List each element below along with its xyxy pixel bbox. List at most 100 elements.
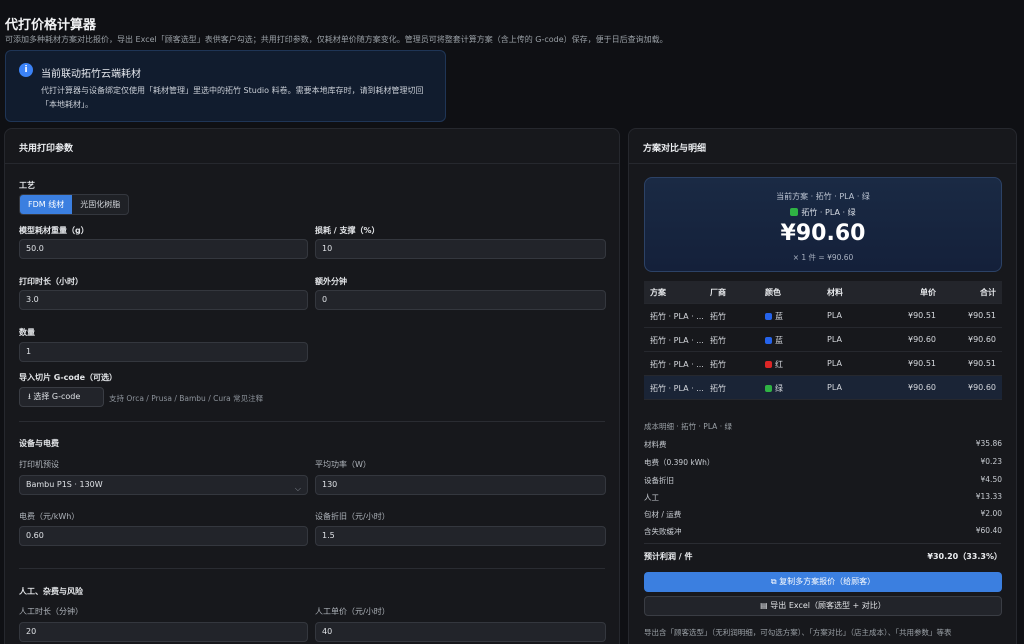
row-color-label: 红 xyxy=(775,360,783,369)
row-plan: 拓竹 · PLA · ... xyxy=(650,384,704,393)
export-excel-button[interactable]: ▤ 导出 Excel（顾客选型 + 对比） xyxy=(644,596,1002,616)
row-vendor: 拓竹 xyxy=(710,336,726,345)
price-per-item: × 1 件 = ¥90.60 xyxy=(792,253,854,262)
breakdown-value: ¥13.33 xyxy=(975,492,1002,501)
depreciation-label: 设备折旧（元/小时） xyxy=(315,512,390,521)
row-unit: ¥90.51 xyxy=(908,359,936,368)
depreciation-input[interactable]: 1.5 xyxy=(315,526,606,546)
labor-rate-input[interactable]: 40 xyxy=(315,622,606,642)
col-material: 材料 xyxy=(827,288,843,297)
row-color: 蓝 xyxy=(765,335,783,346)
notice-body: 代打计算器与设备绑定仅使用「耗材管理」里选中的拓竹 Studio 料卷。需要本地… xyxy=(41,86,424,109)
cloud-filament-notice: i 当前联动拓竹云端耗材 代打计算器与设备绑定仅使用「耗材管理」里选中的拓竹 S… xyxy=(5,50,446,122)
panel-title: 共用打印参数 xyxy=(19,144,74,154)
row-vendor: 拓竹 xyxy=(710,360,726,369)
row-total: ¥90.60 xyxy=(968,335,996,344)
color-swatch xyxy=(790,208,799,216)
col-total: 合计 xyxy=(980,288,996,297)
plan-swatch-row: 拓竹 · PLA · 绿 xyxy=(645,207,1001,218)
copy-icon: ⧉ xyxy=(770,577,780,586)
breakdown-label: 人工 xyxy=(644,493,659,502)
power-label: 平均功率（W） xyxy=(315,460,371,469)
labor-time-input[interactable]: 20 xyxy=(19,622,308,642)
breakdown-label: 电费（0.390 kWh） xyxy=(644,458,715,467)
table-row[interactable]: 拓竹 · PLA · ... 拓竹 红 PLA ¥90.51 ¥90.51 xyxy=(644,352,1002,376)
breakdown-value: ¥0.23 xyxy=(980,457,1002,466)
row-material: PLA xyxy=(827,311,842,320)
plans-table: 方案 厂商 颜色 材料 单价 合计 拓竹 · PLA · ... 拓竹 蓝 PL… xyxy=(644,281,1002,400)
labor-time-label: 人工时长（分钟） xyxy=(19,607,83,616)
printer-preset-label: 打印机预设 xyxy=(19,460,59,469)
row-plan: 拓竹 · PLA · ... xyxy=(650,336,704,345)
select-gcode-button[interactable]: ⭳ 选择 G-code xyxy=(19,387,104,407)
breakdown-row: 电费（0.390 kWh） ¥0.23 xyxy=(644,457,1002,468)
process-option-resin[interactable]: 光固化树脂 xyxy=(72,195,128,214)
panel-header: 方案对比与明细 xyxy=(629,129,1016,164)
breakdown-value: ¥60.40 xyxy=(975,526,1002,535)
row-plan: 拓竹 · PLA · ... xyxy=(650,312,704,321)
divider xyxy=(644,543,1001,544)
info-icon: i xyxy=(19,63,33,77)
color-dot xyxy=(765,385,772,392)
extra-minutes-input[interactable]: 0 xyxy=(315,290,606,310)
electricity-label: 电费（元/kWh） xyxy=(19,512,80,521)
copy-quote-button[interactable]: ⧉ 复制多方案报价（给顾客） xyxy=(644,572,1002,592)
row-unit: ¥90.51 xyxy=(908,311,936,320)
print-time-label: 打印时长（小时） xyxy=(19,277,83,286)
breakdown-value: ¥4.50 xyxy=(980,475,1002,484)
price-summary-card: 当前方案 · 拓竹 · PLA · 绿 拓竹 · PLA · 绿 ¥90.60 … xyxy=(644,177,1002,272)
profit-value: ¥30.20（33.3%） xyxy=(927,552,1002,561)
row-plan: 拓竹 · PLA · ... xyxy=(650,360,704,369)
table-row[interactable]: 拓竹 · PLA · ... 拓竹 蓝 PLA ¥90.60 ¥90.60 xyxy=(644,328,1002,352)
print-time-input[interactable]: 3.0 xyxy=(19,290,308,310)
notice-title: 当前联动拓竹云端耗材 xyxy=(41,69,141,80)
row-color-label: 蓝 xyxy=(775,336,783,345)
gcode-label: 导入切片 G-code（可选） xyxy=(19,373,118,382)
col-vendor: 厂商 xyxy=(710,288,726,297)
page-description: 可添加多种耗材方案对比报价，导出 Excel「顾客选型」表供客户勾选；共用打印参… xyxy=(5,35,668,44)
process-segmented-control: FDM 线材 光固化树脂 xyxy=(19,194,130,215)
row-color: 蓝 xyxy=(765,311,783,322)
breakdown-value: ¥35.86 xyxy=(975,439,1002,448)
total-price: ¥90.60 xyxy=(780,221,866,246)
electricity-input[interactable]: 0.60 xyxy=(19,526,308,546)
labor-section-title: 人工、杂费与风险 xyxy=(19,587,83,596)
loss-input[interactable]: 10 xyxy=(315,239,606,259)
breakdown-row: 设备折旧 ¥4.50 xyxy=(644,475,1002,486)
loss-label: 损耗 / 支撑（%） xyxy=(315,226,380,235)
export-footnote: 导出含「顾客选型」（无利润明细，可勾选方案）、「方案对比」（店主成本）、「共用参… xyxy=(644,628,952,637)
row-total: ¥90.60 xyxy=(968,383,996,392)
panel-title: 方案对比与明细 xyxy=(643,144,707,154)
color-dot xyxy=(765,361,772,368)
row-material: PLA xyxy=(827,335,842,344)
model-weight-input[interactable]: 50.0 xyxy=(19,239,308,259)
breakdown-row: 人工 ¥13.33 xyxy=(644,492,1002,503)
col-plan: 方案 xyxy=(650,288,666,297)
breakdown-title: 成本明细 · 拓竹 · PLA · 绿 xyxy=(644,422,732,431)
row-total: ¥90.51 xyxy=(968,311,996,320)
quantity-input[interactable]: 1 xyxy=(19,342,308,362)
breakdown-label: 材料费 xyxy=(644,440,667,449)
row-unit: ¥90.60 xyxy=(908,383,936,392)
power-input[interactable]: 130 xyxy=(315,475,606,495)
breakdown-label: 含失败缓冲 xyxy=(644,527,682,536)
panel-header: 共用打印参数 xyxy=(5,129,619,164)
row-total: ¥90.51 xyxy=(968,359,996,368)
row-material: PLA xyxy=(827,359,842,368)
breakdown-label: 包材 / 运费 xyxy=(644,510,682,519)
row-vendor: 拓竹 xyxy=(710,384,726,393)
labor-rate-label: 人工单价（元/小时） xyxy=(315,607,390,616)
table-row[interactable]: 拓竹 · PLA · ... 拓竹 蓝 PLA ¥90.51 ¥90.51 xyxy=(644,304,1002,328)
table-header: 方案 厂商 颜色 材料 单价 合计 xyxy=(644,281,1002,304)
select-gcode-label: 选择 G-code xyxy=(33,392,81,401)
breakdown-row: 包材 / 运费 ¥2.00 xyxy=(644,509,1002,520)
printer-preset-select[interactable]: Bambu P1S · 130W ⌵ xyxy=(19,475,308,495)
process-option-fdm[interactable]: FDM 线材 xyxy=(20,195,73,214)
row-unit: ¥90.60 xyxy=(908,335,936,344)
table-row-selected[interactable]: 拓竹 · PLA · ... 拓竹 绿 PLA ¥90.60 ¥90.60 xyxy=(644,376,1002,400)
plan-swatch-label: 拓竹 · PLA · 绿 xyxy=(801,208,856,217)
extra-minutes-label: 额外分钟 xyxy=(315,277,347,286)
profit-row: 预计利润 / 件 ¥30.20（33.3%） xyxy=(644,551,1002,562)
plan-comparison-panel: 方案对比与明细 当前方案 · 拓竹 · PLA · 绿 拓竹 · PLA · 绿… xyxy=(628,128,1017,644)
gcode-hint: 支持 Orca / Prusa / Bambu / Cura 常见注释 xyxy=(109,394,264,403)
